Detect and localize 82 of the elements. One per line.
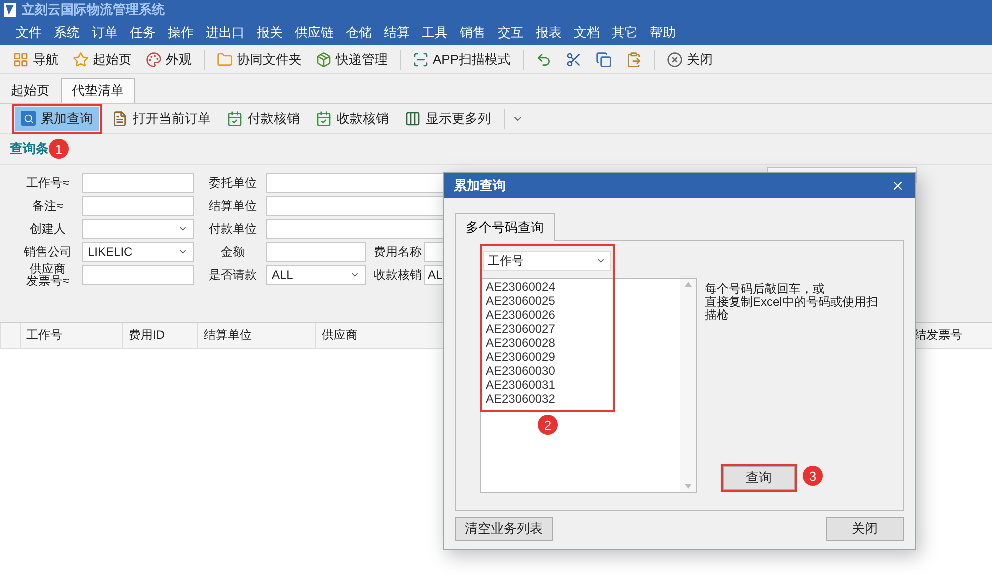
field-label: 是否请款 [208, 269, 258, 281]
toolbar-button[interactable]: 导航 [8, 48, 64, 70]
field-label: 付款单位 [208, 223, 258, 235]
menu-item[interactable]: 交互 [492, 24, 530, 42]
column-header[interactable]: 结算单位 [196, 323, 316, 348]
dropdown-field[interactable]: ALL [266, 265, 366, 285]
copy-icon [596, 52, 612, 68]
toolbar-button[interactable]: 快递管理 [311, 48, 393, 70]
menu-item[interactable]: 仓储 [340, 24, 378, 42]
menu-item[interactable]: 订单 [86, 24, 124, 42]
calendar-check-icon [227, 110, 243, 126]
toolbar-button[interactable]: 协同文件夹 [212, 48, 307, 70]
field-label: 费用名称 [373, 246, 423, 258]
tab[interactable]: 多个号码查询 [455, 213, 555, 241]
input-field[interactable] [82, 196, 194, 216]
column-header[interactable]: 费用ID [122, 323, 197, 348]
close-button[interactable]: 关闭 [826, 517, 904, 541]
search-icon [21, 111, 36, 126]
section-title: 查询条 [10, 140, 49, 158]
toolbar-button[interactable]: 关闭 [662, 48, 718, 70]
calendar-check-icon [316, 110, 332, 126]
star-icon [73, 52, 89, 68]
dropdown-field[interactable] [82, 219, 194, 239]
scissors-icon [566, 52, 582, 68]
dialog-title: 累加查询 [454, 176, 506, 194]
hint-text: 每个号码后敲回车，或 直接复制Excel中的号码或使用扫描枪 [705, 283, 880, 322]
field-label: 备注≈ [32, 200, 64, 212]
menu-item[interactable]: 帮助 [644, 24, 682, 42]
folder-icon [217, 52, 233, 68]
toolbar-button[interactable]: 收款核销 [310, 106, 395, 130]
columns-icon [405, 110, 421, 126]
close-icon [667, 52, 684, 68]
menu-item[interactable]: 供应链 [289, 24, 340, 42]
field-label: 发票号≈ [26, 275, 70, 287]
field-label: 供应商 [30, 263, 66, 275]
app-logo-icon [4, 3, 16, 17]
scan-icon [413, 52, 429, 68]
menu-item[interactable]: 工具 [416, 24, 454, 42]
document-icon [112, 110, 128, 126]
tab[interactable]: 代垫清单 [61, 78, 135, 103]
menu-item[interactable]: 结算 [378, 24, 416, 42]
grid-icon [13, 52, 29, 68]
menu-item[interactable]: 进出口 [200, 24, 251, 42]
field-label: 收款核销 [373, 269, 423, 281]
paste-icon [626, 52, 642, 68]
menu-item[interactable]: 任务 [124, 24, 162, 42]
input-field[interactable] [82, 173, 194, 193]
step-badge: 3 [803, 466, 823, 486]
query-button[interactable]: 查询 [723, 466, 795, 490]
dropdown-field[interactable]: 工作号 [483, 251, 611, 271]
toolbar-button[interactable]: APP扫描模式 [408, 48, 516, 70]
toolbar-button[interactable]: 起始页 [68, 48, 137, 70]
toolbar-button[interactable]: 累加查询 [15, 106, 99, 130]
toolbar-button[interactable]: 打开当前订单 [106, 106, 217, 130]
menu-item[interactable]: 报关 [251, 24, 289, 42]
toolbar-button[interactable]: 外观 [141, 48, 197, 70]
clear-list-button[interactable]: 清空业务列表 [455, 517, 553, 541]
input-field[interactable] [82, 265, 194, 285]
menu-item[interactable]: 系统 [48, 24, 86, 42]
input-field[interactable] [266, 242, 366, 262]
undo-icon [536, 52, 552, 68]
palette-icon [146, 52, 162, 68]
dropdown-field[interactable]: LIKELIC [82, 242, 194, 262]
field-label: 销售公司 [23, 246, 73, 258]
menu-item[interactable]: 销售 [454, 24, 492, 42]
toolbar-button[interactable]: 付款核销 [221, 106, 306, 130]
app-title: 立刻云国际物流管理系统 [22, 1, 165, 19]
field-label: 创建人 [29, 223, 67, 235]
field-label: 工作号≈ [26, 177, 70, 189]
menu-item[interactable]: 文档 [568, 24, 606, 42]
package-icon [316, 52, 332, 68]
menu-item[interactable]: 报表 [530, 24, 568, 42]
step-badge: 1 [49, 139, 69, 159]
field-label: 金额 [220, 246, 246, 258]
tab[interactable]: 起始页 [0, 78, 61, 103]
menu-item[interactable]: 其它 [606, 24, 644, 42]
toolbar-button[interactable]: 显示更多列 [399, 106, 497, 130]
menu-item[interactable]: 操作 [162, 24, 200, 42]
column-header[interactable]: 工作号 [20, 323, 122, 348]
field-label: 委托单位 [208, 177, 258, 189]
menu-item[interactable]: 文件 [10, 24, 48, 42]
field-label: 结算单位 [208, 200, 258, 212]
